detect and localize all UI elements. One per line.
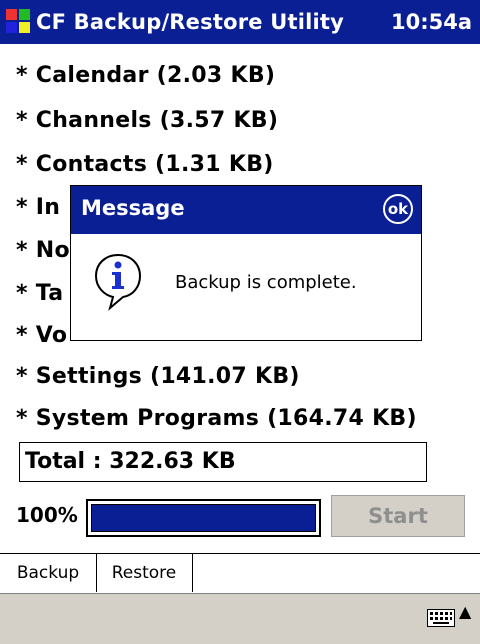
app-title: CF Backup/Restore Utility bbox=[36, 10, 345, 34]
keyboard-icon[interactable] bbox=[427, 609, 455, 627]
info-icon bbox=[94, 253, 142, 311]
list-item: * Ta bbox=[16, 281, 64, 306]
menu-bar: ▲ bbox=[0, 593, 480, 644]
list-item: * No bbox=[16, 238, 70, 263]
progress-bar bbox=[86, 499, 321, 537]
tab-bar: Backup Restore bbox=[0, 553, 480, 594]
tab-restore[interactable]: Restore bbox=[96, 554, 193, 592]
dialog-message: Backup is complete. bbox=[175, 272, 357, 293]
dialog-title-bar: Message ok bbox=[71, 186, 421, 234]
list-item: * System Programs (164.74 KB) bbox=[16, 406, 417, 431]
list-item: * Channels (3.57 KB) bbox=[16, 108, 279, 133]
dialog-title: Message bbox=[81, 196, 185, 220]
list-item: * Vo bbox=[16, 323, 68, 348]
list-item: * Calendar (2.03 KB) bbox=[16, 63, 276, 88]
tab-backup[interactable]: Backup bbox=[0, 554, 97, 592]
message-dialog: Message ok Backup is complete. bbox=[70, 185, 422, 341]
start-button[interactable]: Start bbox=[331, 495, 465, 537]
list-item: * Settings (141.07 KB) bbox=[16, 364, 300, 389]
progress-percent: 100% bbox=[16, 503, 78, 527]
progress-fill bbox=[91, 504, 316, 532]
list-item: * In bbox=[16, 195, 61, 220]
up-arrow-icon[interactable]: ▲ bbox=[459, 602, 471, 621]
title-bar: CF Backup/Restore Utility 10:54a bbox=[0, 0, 480, 44]
list-item: * Contacts (1.31 KB) bbox=[16, 152, 274, 177]
clock[interactable]: 10:54a bbox=[391, 10, 472, 34]
windows-flag-icon[interactable] bbox=[6, 9, 32, 35]
total-box: Total : 322.63 KB bbox=[19, 442, 427, 482]
ok-button[interactable]: ok bbox=[383, 194, 413, 224]
